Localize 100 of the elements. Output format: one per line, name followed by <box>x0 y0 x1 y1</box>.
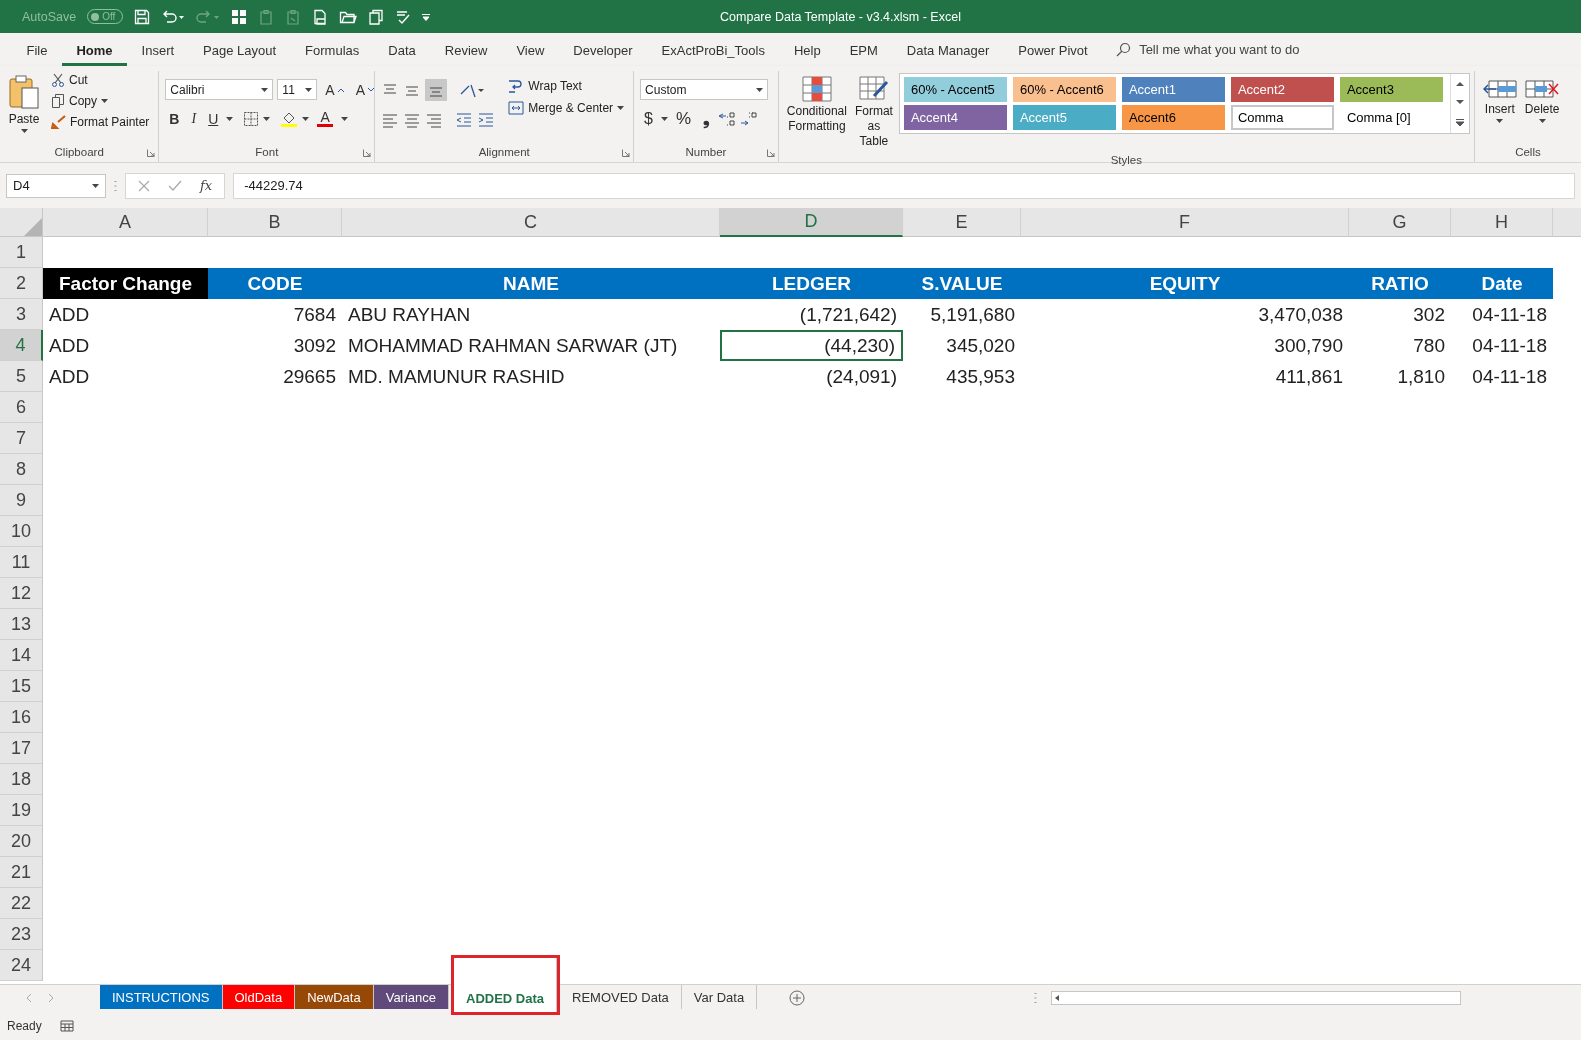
insert-button[interactable]: Insert <box>1480 75 1519 126</box>
caret-icon[interactable] <box>20 129 28 133</box>
clipboard-icon[interactable] <box>258 8 275 25</box>
caret-icon[interactable] <box>305 87 313 92</box>
sheet-tab[interactable]: NewData <box>295 985 374 1009</box>
menu-tab[interactable]: Help <box>779 36 836 66</box>
row-header[interactable]: 4 <box>0 330 43 361</box>
wrap-text-button[interactable]: Wrap Text <box>505 76 628 96</box>
table-cell[interactable]: MOHAMMAD RAHMAN SARWAR (JT) <box>342 330 720 361</box>
column-header[interactable]: F <box>1021 208 1349 237</box>
cell-style-swatch[interactable]: Comma <box>1230 105 1334 130</box>
checkmark-icon[interactable] <box>395 8 412 25</box>
row-header[interactable]: 10 <box>0 516 43 547</box>
save-icon[interactable] <box>134 8 151 25</box>
cell-style-swatch[interactable]: 60% - Accent6 <box>1012 77 1116 102</box>
row-header[interactable]: 22 <box>0 888 43 919</box>
sheet-tab[interactable]: Var Data <box>681 985 758 1009</box>
menu-tab[interactable]: Developer <box>558 36 648 66</box>
menu-tab[interactable]: Insert <box>127 36 189 66</box>
row-header[interactable]: 13 <box>0 609 43 640</box>
caret-icon[interactable] <box>92 183 99 188</box>
tell-me-field[interactable]: Tell me what you want to do <box>1139 42 1300 57</box>
italic-button[interactable]: I <box>187 108 201 129</box>
row-header[interactable]: 18 <box>0 764 43 795</box>
merge-center-button[interactable]: Merge & Center <box>505 99 628 117</box>
table-cell[interactable]: (44,230) <box>720 330 903 361</box>
sheet-tab[interactable]: REMOVED Data <box>560 985 682 1009</box>
shrink-font-button[interactable]: A <box>351 79 379 100</box>
currency-button[interactable]: $ <box>640 107 657 130</box>
caret-icon[interactable] <box>302 116 310 121</box>
cell-style-swatch[interactable]: Accent3 <box>1339 77 1443 102</box>
menu-tab[interactable]: Formulas <box>290 36 374 66</box>
decrease-decimal-icon[interactable] <box>740 110 759 127</box>
column-header[interactable]: H <box>1451 208 1553 237</box>
table-cell[interactable]: (24,091) <box>720 361 903 392</box>
percent-button[interactable]: % <box>671 106 696 131</box>
sheet-tab[interactable]: OldData <box>222 985 296 1009</box>
table-cell[interactable]: 302 <box>1349 299 1451 330</box>
document-icon[interactable] <box>312 8 329 25</box>
row-header[interactable]: 15 <box>0 671 43 702</box>
horizontal-scrollbar[interactable] <box>1051 991 1461 1005</box>
name-box[interactable]: D4 <box>6 173 106 198</box>
table-cell[interactable]: MD. MAMUNUR RASHID <box>342 361 720 392</box>
decrease-indent-icon[interactable] <box>455 111 474 128</box>
table-cell[interactable]: ADD <box>43 299 208 330</box>
underline-button[interactable]: U <box>204 108 223 129</box>
menu-tab[interactable]: Data Manager <box>892 36 1004 66</box>
format-painter-button[interactable]: Format Painter <box>48 113 153 131</box>
table-cell[interactable]: 04-11-18 <box>1451 330 1553 361</box>
cut-button[interactable]: Cut <box>48 71 153 89</box>
cell-style-swatch[interactable]: Accent1 <box>1121 77 1225 102</box>
borders-icon[interactable] <box>243 110 260 127</box>
dialog-launcher-icon[interactable] <box>622 149 631 157</box>
caret-icon[interactable] <box>1496 119 1504 123</box>
table-cell[interactable]: 3,470,038 <box>1021 299 1349 330</box>
macro-recording-icon[interactable] <box>59 1020 74 1032</box>
table-cell[interactable]: 345,020 <box>903 330 1021 361</box>
table-cell[interactable]: 3092 <box>208 330 342 361</box>
add-sheet-icon[interactable] <box>789 990 806 1006</box>
more-icon[interactable] <box>1455 119 1464 126</box>
menu-tab[interactable]: Page Layout <box>188 36 291 66</box>
menu-tab[interactable]: Data <box>373 36 431 66</box>
caret-icon[interactable] <box>660 116 668 121</box>
font-name-dropdown[interactable]: Calibri <box>165 79 274 100</box>
format-as-table-button[interactable]: Format as Table <box>852 73 895 152</box>
comma-style-button[interactable]: ❟ <box>699 106 715 131</box>
table-cell[interactable]: 7684 <box>208 299 342 330</box>
row-header[interactable]: 2 <box>0 268 43 299</box>
increase-indent-icon[interactable] <box>477 111 496 128</box>
bold-button[interactable]: B <box>165 108 184 129</box>
menu-tab[interactable]: File <box>12 36 62 66</box>
column-header[interactable]: A <box>43 208 208 237</box>
caret-icon[interactable] <box>261 87 269 92</box>
sheet-tab[interactable]: ADDED Data <box>454 958 558 1012</box>
menu-tab[interactable]: ExActProBi_Tools <box>647 36 780 66</box>
row-header[interactable]: 24 <box>0 950 43 981</box>
table-cell[interactable]: 04-11-18 <box>1451 299 1553 330</box>
scroll-up-icon[interactable] <box>1455 81 1464 86</box>
number-format-dropdown[interactable]: Custom <box>640 79 769 100</box>
row-header[interactable]: 3 <box>0 299 43 330</box>
row-header[interactable]: 12 <box>0 578 43 609</box>
dialog-launcher-icon[interactable] <box>766 149 775 157</box>
menu-tab[interactable]: Review <box>430 36 502 66</box>
caret-icon[interactable] <box>756 87 764 92</box>
table-cell[interactable]: ABU RAYHAN <box>342 299 720 330</box>
column-header[interactable]: E <box>903 208 1021 237</box>
caret-icon[interactable] <box>422 12 431 21</box>
undo-icon[interactable] <box>161 8 186 25</box>
increase-decimal-icon[interactable] <box>718 110 737 127</box>
table-cell[interactable]: 435,953 <box>903 361 1021 392</box>
sheet-tab[interactable]: Variance <box>373 985 449 1009</box>
table-cell[interactable]: 5,191,680 <box>903 299 1021 330</box>
table-cell[interactable]: 780 <box>1349 330 1451 361</box>
caret-icon[interactable] <box>263 116 271 121</box>
row-header[interactable]: 6 <box>0 392 43 423</box>
row-header[interactable]: 14 <box>0 640 43 671</box>
scroll-down-icon[interactable] <box>1455 100 1464 105</box>
caret-icon[interactable] <box>617 106 625 110</box>
dialog-launcher-icon[interactable] <box>147 149 156 157</box>
row-header[interactable]: 19 <box>0 795 43 826</box>
